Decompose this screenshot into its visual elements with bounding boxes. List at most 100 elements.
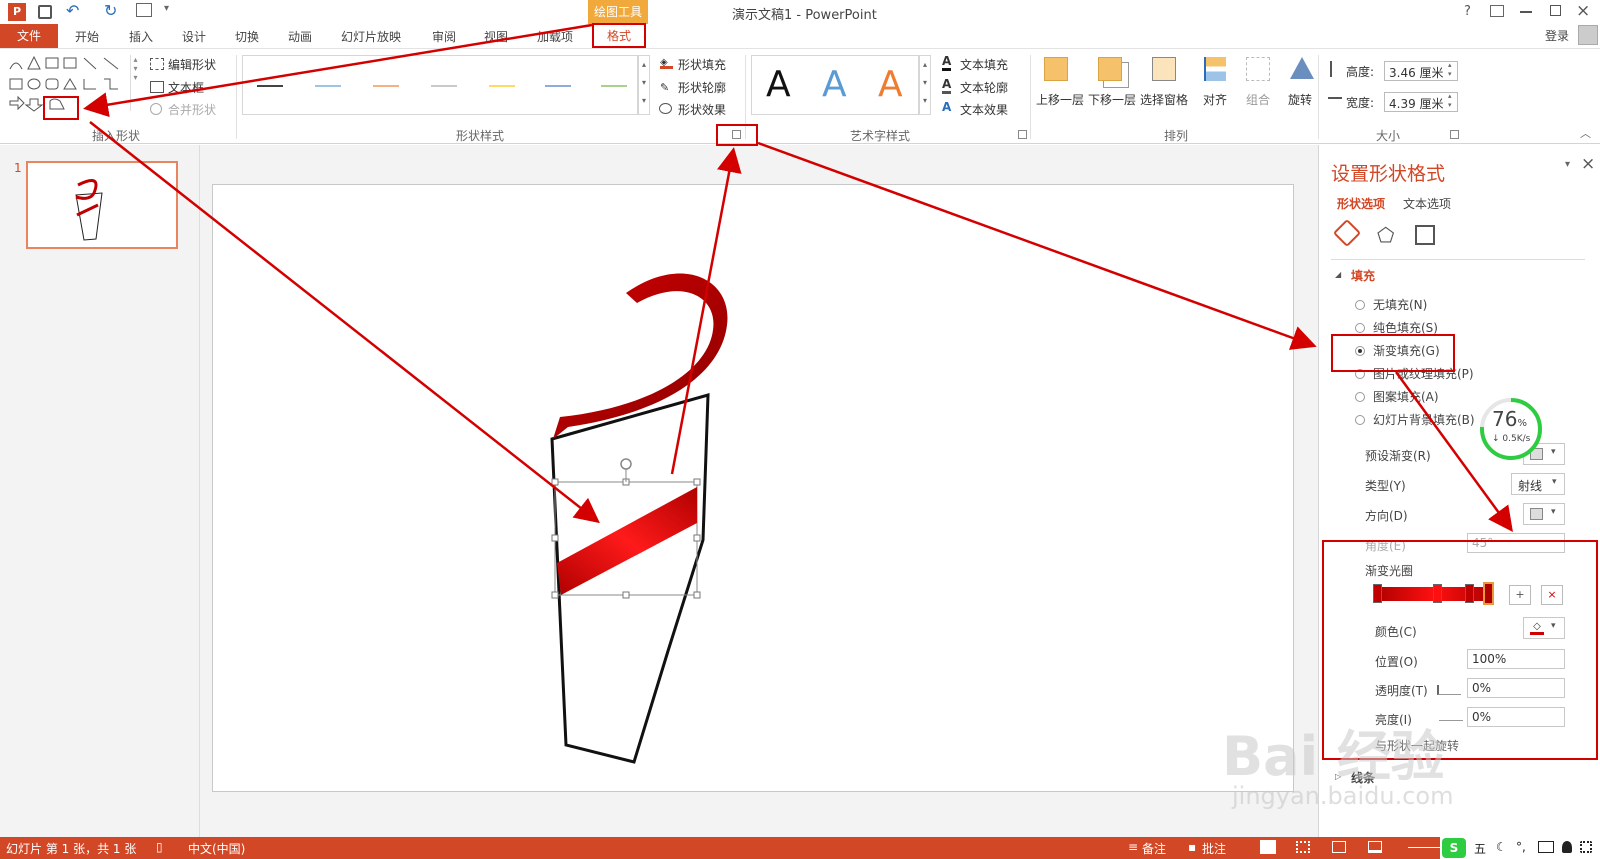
spellcheck-icon[interactable]: ▯ — [156, 840, 163, 854]
slide-thumbnail[interactable] — [26, 161, 178, 249]
width-icon — [1328, 97, 1342, 103]
text-outline-button[interactable]: 文本轮廓 — [960, 79, 1008, 96]
shapes-scroll[interactable]: ▴ ▾ ▾ — [130, 55, 140, 111]
shape-fill-button[interactable]: 形状填充 — [678, 56, 726, 73]
speed-percent-value: 76 — [1492, 407, 1518, 431]
comments-button[interactable]: 批注 — [1202, 840, 1226, 857]
ime-keyboard-icon — [1538, 841, 1554, 853]
edit-shape-icon — [150, 58, 164, 70]
group-button[interactable]: 组合 — [1246, 91, 1270, 108]
close-icon[interactable]: × — [1576, 1, 1590, 21]
height-spinner-icon[interactable]: ▴ ▾ — [1448, 61, 1452, 79]
ime-toolbar[interactable]: S 五 ☾ °, — [1440, 837, 1600, 859]
baidu-watermark-url: jingyan.baidu.com — [1232, 782, 1454, 810]
size-launcher-icon[interactable] — [1450, 130, 1459, 139]
tab-slideshow[interactable]: 幻灯片放映 — [341, 28, 401, 45]
radio-pattern-fill[interactable] — [1355, 392, 1365, 402]
zoom-slider[interactable] — [1408, 847, 1444, 848]
align-button[interactable]: 对齐 — [1203, 91, 1227, 108]
send-backward-icon — [1098, 57, 1122, 81]
type-value: 射线 — [1518, 479, 1543, 493]
slide-sorter-icon[interactable] — [1296, 841, 1310, 853]
slideshow-view-icon[interactable] — [1368, 841, 1382, 853]
width-input[interactable]: 4.39 厘米 — [1384, 92, 1458, 112]
shape-outline-button[interactable]: 形状轮廓 — [678, 79, 726, 96]
restore-icon[interactable] — [1550, 5, 1561, 16]
edit-shape-button[interactable]: 编辑形状 — [168, 56, 216, 73]
chevron-down-icon: ▾ — [1552, 477, 1557, 487]
redo-icon[interactable]: ↻ — [104, 1, 117, 20]
wordart-gallery[interactable]: A A A — [751, 55, 919, 115]
direction-dropdown[interactable]: ▾ — [1523, 503, 1565, 525]
tab-view[interactable]: 视图 — [484, 28, 508, 45]
presentation-start-icon[interactable] — [136, 3, 152, 17]
effects-pentagon-icon[interactable]: ⬠ — [1377, 223, 1394, 247]
wordart-black[interactable]: A — [766, 64, 791, 105]
tab-addins[interactable]: 加载项 — [537, 28, 573, 45]
text-effects-button[interactable]: 文本效果 — [960, 101, 1008, 118]
radio-no-fill[interactable] — [1355, 300, 1365, 310]
option-no-fill[interactable]: 无填充(N) — [1373, 296, 1427, 313]
fill-line-icon[interactable] — [1332, 218, 1362, 248]
rotate-button[interactable]: 旋转 — [1288, 91, 1312, 108]
type-dropdown[interactable]: 射线 ▾ — [1511, 473, 1565, 495]
tab-animations[interactable]: 动画 — [288, 28, 312, 45]
option-background-fill[interactable]: 幻灯片背景填充(B) — [1373, 411, 1475, 428]
textbox-button[interactable]: 文本框 — [168, 79, 204, 96]
customize-qat-icon[interactable]: ▾ — [164, 3, 169, 14]
tab-shape-options[interactable]: 形状选项 — [1337, 195, 1385, 212]
shape-style-scroll[interactable]: ▴ ▾ ▾ — [638, 55, 650, 115]
notes-button[interactable]: 备注 — [1142, 840, 1166, 857]
gradient-band-shape[interactable] — [557, 487, 697, 595]
width-spinner-icon[interactable]: ▴ ▾ — [1448, 92, 1452, 110]
fill-section-header[interactable]: 填充 — [1351, 267, 1375, 284]
wordart-orange[interactable]: A — [878, 64, 903, 105]
fill-section-toggle-icon[interactable]: ◢ — [1335, 270, 1341, 279]
text-fill-icon: A — [942, 54, 952, 71]
text-fill-button[interactable]: 文本填充 — [960, 56, 1008, 73]
pane-close-icon[interactable]: × — [1581, 154, 1595, 174]
reading-view-icon[interactable] — [1332, 841, 1346, 853]
text-outline-icon: A — [942, 77, 952, 94]
height-input[interactable]: 3.46 厘米 — [1384, 61, 1458, 81]
tab-file[interactable]: 文件 — [0, 24, 58, 48]
radio-background-fill[interactable] — [1355, 415, 1365, 425]
wordart-scroll[interactable]: ▴ ▾ ▾ — [919, 55, 931, 115]
undo-icon[interactable]: ↶ — [66, 1, 79, 20]
avatar[interactable] — [1578, 25, 1598, 45]
help-icon[interactable]: ? — [1464, 4, 1471, 19]
pane-options-icon[interactable]: ▾ — [1565, 159, 1570, 170]
size-properties-icon[interactable] — [1415, 225, 1435, 245]
tab-text-options[interactable]: 文本选项 — [1403, 195, 1451, 212]
shape-style-gallery[interactable] — [242, 55, 638, 115]
radio-solid-fill[interactable] — [1355, 323, 1365, 333]
send-backward-button[interactable]: 下移一层 — [1088, 91, 1136, 108]
selection-pane-button[interactable]: 选择窗格 — [1140, 91, 1188, 108]
notes-icon: ≡ — [1128, 840, 1139, 854]
merge-shapes-button[interactable]: 合并形状 — [168, 101, 216, 118]
tab-review[interactable]: 审阅 — [432, 28, 456, 45]
language-indicator[interactable]: 中文(中国) — [188, 840, 245, 857]
annotation-gradient-option-box — [1331, 334, 1455, 372]
wordart-blue[interactable]: A — [822, 64, 847, 105]
height-icon — [1330, 61, 1336, 77]
option-pattern-fill[interactable]: 图案填充(A) — [1373, 388, 1439, 405]
title-bar: P ↶ ↻ ▾ 绘图工具 演示文稿1 - PowerPoint ? × — [0, 0, 1600, 24]
login-link[interactable]: 登录 — [1545, 27, 1569, 44]
bring-forward-button[interactable]: 上移一层 — [1036, 91, 1084, 108]
wordart-launcher-icon[interactable] — [1018, 130, 1027, 139]
shape-effects-button[interactable]: 形状效果 — [678, 101, 726, 118]
minimize-icon[interactable] — [1520, 11, 1532, 13]
separator — [236, 55, 237, 139]
tab-home[interactable]: 开始 — [75, 28, 99, 45]
tab-transitions[interactable]: 切换 — [235, 28, 259, 45]
align-icon — [1204, 57, 1226, 81]
ribbon-display-icon[interactable] — [1490, 5, 1504, 17]
save-icon[interactable] — [38, 5, 52, 19]
tab-insert[interactable]: 插入 — [129, 28, 153, 45]
normal-view-icon[interactable] — [1260, 840, 1276, 854]
tab-design[interactable]: 设计 — [182, 28, 206, 45]
network-speed-widget[interactable]: 76% ↓ 0.5K/s — [1478, 396, 1544, 462]
slide-canvas[interactable] — [212, 184, 1294, 792]
collapse-ribbon-icon[interactable]: ︿ — [1580, 125, 1591, 141]
